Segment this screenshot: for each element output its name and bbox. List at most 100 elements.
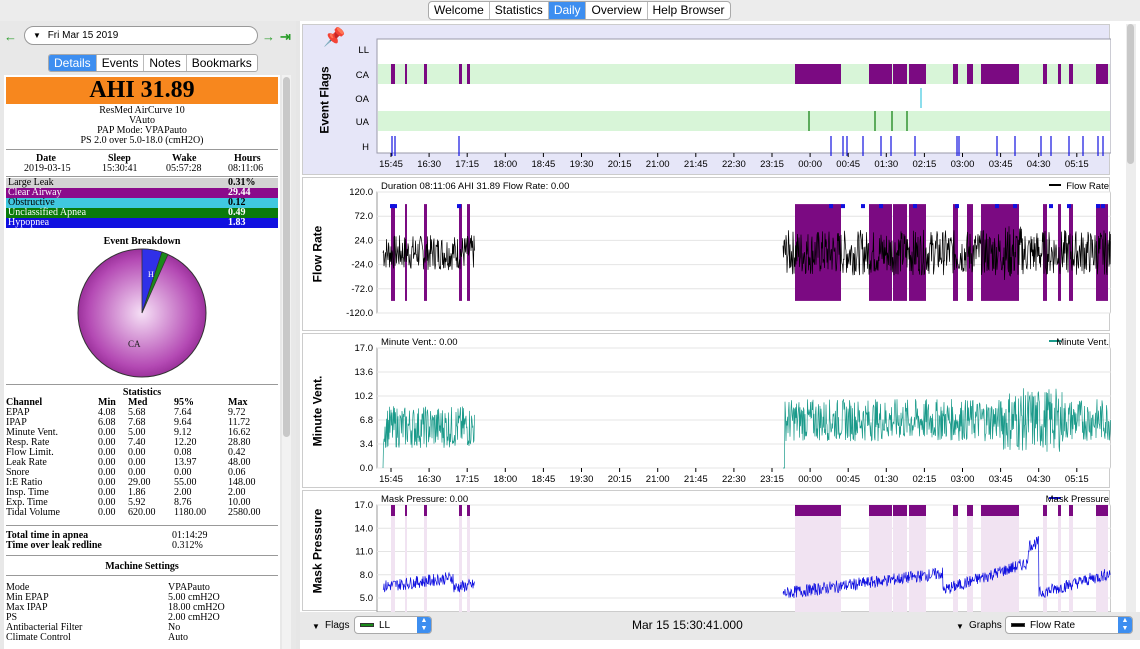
tab-details[interactable]: Details [49,55,97,71]
flags-select[interactable]: LL ▲ ▼ [354,616,432,634]
y-tick-label: 8.0 [360,570,373,581]
flags-toggle-icon[interactable]: ▼ [312,622,320,631]
tab-bookmarks[interactable]: Bookmarks [187,55,257,71]
next-day-icon[interactable]: → [262,29,275,44]
tab-statistics[interactable]: Statistics [490,2,549,19]
flag-row-label: OA [355,94,369,105]
ca-event-band [909,505,915,516]
date-label: Fri Mar 15 2019 [47,30,119,41]
ca-event-band [953,505,958,516]
x-tick-label: 04:30 [1027,159,1051,170]
ca-event-shade [953,505,958,612]
select-arrows-icon: ▲ ▼ [1118,617,1132,633]
flow-rate-plot: Duration 08:11:06 AHI 31.89 Flow Rate: 0… [346,181,1111,319]
ca-event-shade [869,505,892,612]
ca-event-shade [981,505,1003,612]
ca-event-band [915,505,926,516]
x-tick-label: 18:00 [493,159,517,170]
ca-event-band [424,505,427,516]
details-panel: AHI 31.89 ResMed AirCurve 10 VAuto PAP M… [4,75,280,649]
tab-overview[interactable]: Overview [586,2,648,19]
h-event-marker [995,204,999,209]
y-tick-label: 3.4 [360,439,373,450]
ca-event-band [795,505,841,516]
legend-label: Minute Vent. [1056,337,1109,348]
detail-tabs: Details Events Notes Bookmarks [48,54,258,72]
chevron-down-icon: ▼ [33,31,41,40]
ca-event-band [1058,204,1061,301]
ca-event-band [405,505,407,516]
ca-event [1043,64,1047,84]
prev-day-icon[interactable]: ← [4,29,17,44]
date-bar: ← ▼ Fri Mar 15 2019 → ⇥ [4,26,294,46]
x-tick-label: 01:30 [874,474,898,485]
x-tick-label: 23:15 [760,159,784,170]
tab-notes[interactable]: Notes [144,55,187,71]
stat-cell: 0.00 [98,507,116,518]
tab-daily[interactable]: Daily [548,2,587,19]
h-event-marker [879,204,883,209]
event-flags-plot: LL CA OA UA H 15:45 16:30 17:15 18:00 18:45 19:30 2… [355,38,1111,170]
ca-event [981,64,1003,84]
x-tick-label: 00:45 [836,159,860,170]
ca-event [405,64,407,84]
main-tabs: Welcome Statistics Daily Overview Help B… [428,1,731,20]
x-tick-label: 20:15 [608,159,632,170]
x-tick-label: 03:45 [989,474,1013,485]
graph-scrollbar[interactable] [1126,24,1136,614]
flag-row-label: H [362,142,369,153]
x-tick-label: 16:30 [417,474,441,485]
graphs-toggle-icon[interactable]: ▼ [956,622,964,631]
ca-event-shade [1003,505,1019,612]
ca-event-band [1058,505,1061,516]
ca-event-shade [909,505,915,612]
ca-event [1069,64,1073,84]
x-tick-label: 19:30 [570,159,594,170]
ca-event-band [467,505,470,516]
ca-event-shade [405,505,407,612]
tab-help-browser[interactable]: Help Browser [648,2,730,19]
x-tick-label: 03:00 [951,474,975,485]
tab-events[interactable]: Events [97,55,145,71]
left-scrollbar[interactable] [282,75,291,649]
ca-event-shade [795,505,841,612]
ca-event-band [869,505,892,516]
ca-event [893,64,907,84]
flags-plot-area [376,38,1111,154]
h-event-marker [1096,204,1100,209]
x-tick-label: 21:00 [646,159,670,170]
graphs-select[interactable]: Flow Rate ▲ ▼ [1005,616,1133,634]
divider [6,555,278,556]
tab-welcome[interactable]: Welcome [429,2,490,19]
select-arrows-icon: ▲ ▼ [417,617,431,633]
ca-event-band [981,505,1003,516]
ca-event-shade [893,505,907,612]
ca-event-shade [915,505,926,612]
ca-event-band [459,505,462,516]
h-event-marker [393,204,397,209]
h-event-marker [1049,204,1053,209]
last-day-icon[interactable]: ⇥ [280,29,291,45]
session-values: 2019-03-15 15:30:41 05:57:28 08:11:06 [24,163,264,174]
event-flags-graph: Event Flags 📌 LL CA OA UA H 15:45 16:30 17:15 18… [302,24,1111,175]
x-tick-label: 05:15 [1065,474,1089,485]
event-breakdown-pie: H CA [77,248,207,378]
date-picker[interactable]: ▼ Fri Mar 15 2019 [24,26,258,45]
ca-event-shade [967,505,973,612]
ca-event [391,64,395,84]
y-tick-label: 17.0 [355,343,374,354]
x-tick-label: 18:45 [532,159,556,170]
ca-event-shade [467,505,470,612]
y-tick-label: -72.0 [351,284,373,295]
stat-cell: Tidal Volume [6,507,60,518]
ca-event-band [1096,505,1108,516]
stat-cell: 620.00 [128,507,156,518]
index-value: 1.83 [228,217,246,228]
y-tick-label: 14.0 [355,523,374,534]
x-tick-label: 18:00 [493,474,517,485]
flow-rate-graph: Flow Rate Duration 08:11:06 AHI 31.89 Fl… [302,177,1111,331]
flag-row-label: LL [358,45,369,56]
mask-pressure-plot: Mask Pressure: 0.00 Mask Pressure 17.0 14.0… [355,494,1111,612]
stat-cell: 2580.00 [228,507,261,518]
y-tick-label: 10.2 [355,391,374,402]
